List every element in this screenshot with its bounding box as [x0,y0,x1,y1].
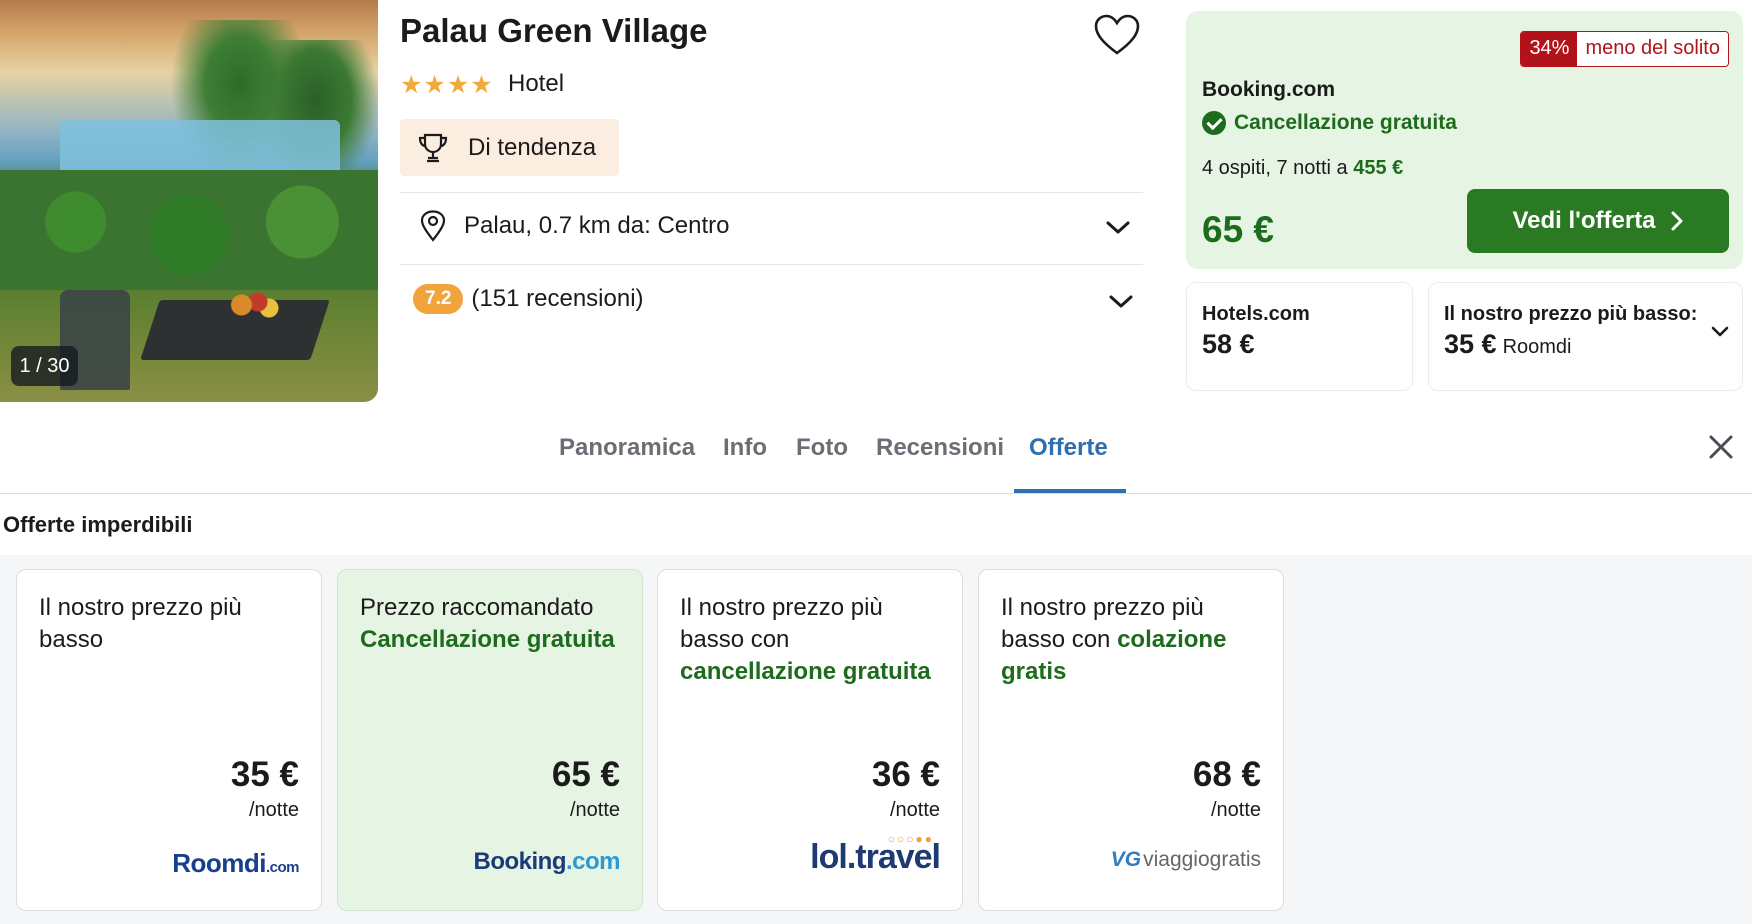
photo-fruit [225,290,280,320]
deal-description: Prezzo raccomandato Cancellazione gratui… [360,592,630,656]
logo-dots: ○○○●● [887,832,934,846]
alt-offer-lowest[interactable]: Il nostro prezzo più basso: 35 € Roomdi [1428,282,1743,391]
photo-counter: 1 / 30 [11,346,78,386]
deal-highlight: Cancellazione gratuita [360,626,615,653]
tabs-divider [0,493,1752,494]
booking-logo: Booking.com [473,848,620,876]
stay-prefix: 4 ospiti, 7 notti a [1202,157,1348,179]
discount-badge: 34% meno del solito [1520,31,1729,67]
deal-line: Il nostro prezzo più basso con [680,594,883,653]
deal-per-night: /notte [1210,799,1261,821]
deal-per-night: /notte [569,799,620,821]
deal-per-night: /notte [248,799,299,821]
tab-foto[interactable]: Foto [796,434,848,462]
deal-price: 35 € [230,755,299,794]
discount-percent: 34% [1521,32,1578,66]
view-offer-button[interactable]: Vedi l'offerta [1467,189,1729,253]
deal-description: Il nostro prezzo più basso con colazione… [1001,592,1271,688]
roomdi-logo: Roomdi.com [172,848,299,879]
logo-mark: VG [1110,848,1142,871]
discount-text: meno del solito [1577,32,1728,66]
divider [400,264,1143,265]
divider [400,192,1143,193]
offer-provider: Booking.com [1202,78,1336,101]
tab-offerte[interactable]: Offerte [1029,434,1108,462]
deal-price: 36 € [871,755,940,794]
alt-offer-source: Roomdi [1502,336,1572,358]
tab-panoramica[interactable]: Panoramica [559,434,695,462]
deal-description: Il nostro prezzo più basso con cancellaz… [680,592,950,688]
hotel-photo[interactable]: 1 / 30 [0,0,378,402]
alt-offer-price-row: 35 € Roomdi [1444,329,1571,360]
alt-offer-price: 35 € [1444,329,1497,359]
logo-text: Booking [473,848,566,875]
photo-bushes [0,170,378,300]
deal-highlight: cancellazione gratuita [680,658,931,685]
hotel-type: Hotel [508,70,565,97]
free-cancellation: Cancellazione gratuita [1202,111,1457,135]
map-pin-icon [420,210,446,242]
reviews-row[interactable]: 7.2 (151 recensioni) [413,284,644,314]
deal-description: Il nostro prezzo più basso [39,592,309,656]
alt-offer-name: Hotels.com [1202,303,1310,325]
deal-card-recommended[interactable]: Prezzo raccomandato Cancellazione gratui… [337,569,643,911]
location-text: Palau, 0.7 km da: Centro [464,212,730,239]
deal-card[interactable]: Il nostro prezzo più basso con colazione… [978,569,1284,911]
chevron-down-icon[interactable] [1108,294,1134,310]
chevron-right-icon [1671,211,1683,231]
trending-badge: Di tendenza [400,119,619,176]
free-cancellation-label: Cancellazione gratuita [1234,111,1457,134]
deal-price: 65 € [551,755,620,794]
check-circle-icon [1202,111,1226,135]
main-offer-card[interactable]: 34% meno del solito Booking.com Cancella… [1186,11,1743,269]
trophy-icon [418,133,448,162]
offer-price: 65 € [1202,209,1275,250]
deal-card[interactable]: Il nostro prezzo più basso 35 € /notte R… [16,569,322,911]
star-rating: ★★★★ [400,71,494,99]
alt-offer-hotels[interactable]: Hotels.com 58 € [1186,282,1413,391]
location-row[interactable]: Palau, 0.7 km da: Centro [420,210,729,242]
chevron-down-icon[interactable] [1105,220,1131,236]
deal-line: Il nostro prezzo più basso [39,594,242,653]
deal-line: Prezzo raccomandato [360,594,594,621]
close-icon[interactable] [1708,434,1734,460]
section-title: Offerte imperdibili [3,512,193,537]
hotel-name[interactable]: Palau Green Village [400,12,708,50]
alt-offer-name: Il nostro prezzo più basso: [1444,303,1698,325]
deal-price: 68 € [1192,755,1261,794]
active-tab-indicator [1014,489,1126,493]
alt-offer-price: 58 € [1202,329,1255,359]
lol-travel-logo: ○○○●● lol.travel [810,832,941,877]
stay-total: 455 € [1353,157,1404,179]
score-badge: 7.2 [413,284,464,314]
stay-summary: 4 ospiti, 7 notti a 455 € [1202,157,1403,180]
heart-icon[interactable] [1094,14,1140,56]
reviews-count: (151 recensioni) [471,285,644,312]
tab-recensioni[interactable]: Recensioni [876,434,1004,462]
viaggiogratis-logo: VG viaggiogratis [1111,848,1261,872]
logo-suffix: .com [565,848,621,875]
deal-card[interactable]: Il nostro prezzo più basso con cancellaz… [657,569,963,911]
chevron-down-icon[interactable] [1711,326,1729,338]
logo-text: viaggiogratis [1143,848,1261,871]
trending-label: Di tendenza [468,133,597,161]
tab-info[interactable]: Info [723,434,767,462]
logo-text: Roomdi [172,848,266,878]
logo-suffix: .com [265,859,300,876]
deal-per-night: /notte [889,799,940,821]
view-offer-label: Vedi l'offerta [1512,207,1656,234]
